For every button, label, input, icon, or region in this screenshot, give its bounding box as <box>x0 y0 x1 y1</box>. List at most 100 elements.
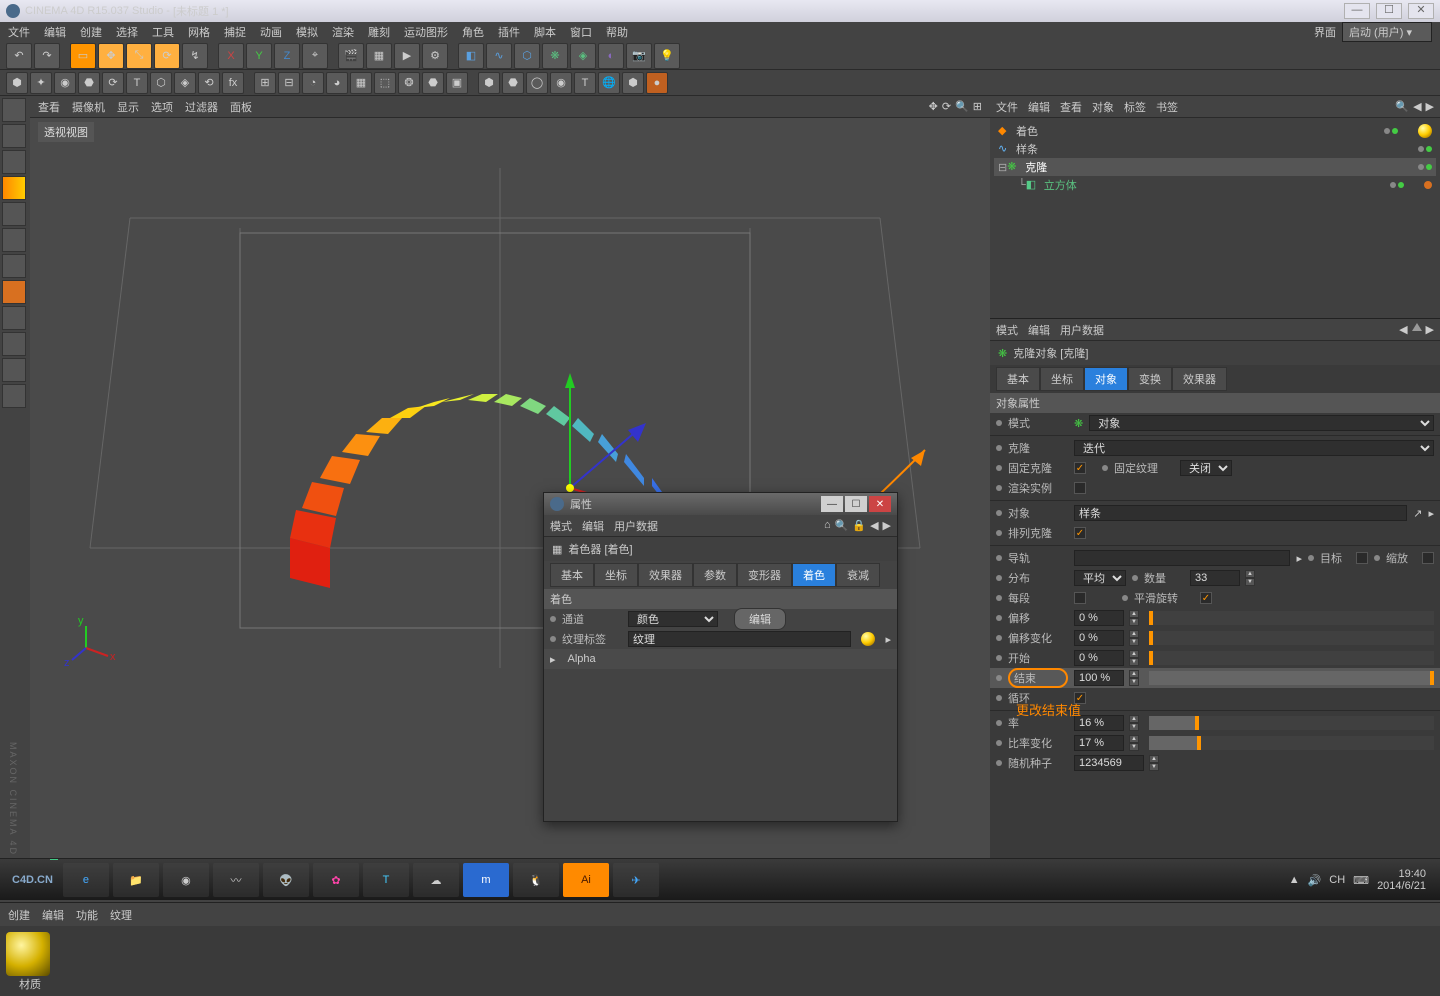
seed-field[interactable] <box>1074 755 1144 771</box>
float-close[interactable]: ✕ <box>869 496 891 512</box>
add-generator-button[interactable]: ❋ <box>542 43 568 69</box>
add-nurbs-button[interactable]: ⬡ <box>514 43 540 69</box>
menu-simulate[interactable]: 模拟 <box>296 24 318 40</box>
mode-dropdown[interactable]: 对象 <box>1089 415 1434 431</box>
tool-icon[interactable]: ◈ <box>174 72 196 94</box>
tool-icon[interactable]: ⬣ <box>502 72 524 94</box>
taskbar-app[interactable]: ✿ <box>313 863 359 897</box>
float-minimize[interactable]: — <box>821 496 843 512</box>
add-cube-button[interactable]: ◧ <box>458 43 484 69</box>
render-view-button[interactable]: 🎬 <box>338 43 364 69</box>
rate-slider[interactable] <box>1149 716 1434 730</box>
menu-mesh[interactable]: 网格 <box>188 24 210 40</box>
tab-effector[interactable]: 效果器 <box>1172 367 1227 391</box>
ratevar-field[interactable] <box>1074 735 1124 751</box>
floating-attribute-window[interactable]: 属性 — ☐ ✕ 模式 编辑 用户数据 ⌂🔍🔒◀▶ ▦着色器 [着色] 基本 坐… <box>543 492 898 822</box>
undo-button[interactable]: ↶ <box>6 43 32 69</box>
z-axis-toggle[interactable]: Z <box>274 43 300 69</box>
tray-icon[interactable]: ⌨ <box>1353 874 1369 887</box>
maximize-button[interactable]: ☐ <box>1376 3 1402 19</box>
mode-uv-button[interactable] <box>2 150 26 174</box>
tab-basic[interactable]: 基本 <box>996 367 1040 391</box>
tray-icon[interactable]: 🔊 <box>1308 874 1322 887</box>
menu-character[interactable]: 角色 <box>462 24 484 40</box>
tool-icon[interactable]: ⬚ <box>374 72 396 94</box>
tool-icon[interactable]: ⟲ <box>198 72 220 94</box>
tool-icon[interactable]: T <box>126 72 148 94</box>
tool-icon[interactable]: ⬢ <box>478 72 500 94</box>
mode-axis-button[interactable] <box>2 280 26 304</box>
om-menu[interactable]: 查看 <box>1060 99 1082 115</box>
tool-icon[interactable]: ✦ <box>30 72 52 94</box>
menu-sculpt[interactable]: 雕刻 <box>368 24 390 40</box>
scale-tool[interactable]: ⤡ <box>126 43 152 69</box>
tray-icon[interactable]: ▲ <box>1289 874 1300 886</box>
am-menu[interactable]: 用户数据 <box>1060 322 1104 338</box>
mode-point-button[interactable] <box>2 202 26 226</box>
taskbar-ie[interactable]: e <box>63 863 109 897</box>
object-field[interactable] <box>1074 505 1407 521</box>
tool-icon[interactable]: T <box>574 72 596 94</box>
tool-icon[interactable]: ◯ <box>526 72 548 94</box>
end-slider[interactable] <box>1149 671 1434 685</box>
menu-mograph[interactable]: 运动图形 <box>404 24 448 40</box>
start-slider[interactable] <box>1149 651 1434 665</box>
tool-icon[interactable]: ⬢ <box>622 72 644 94</box>
tool-icon[interactable]: 🌐 <box>598 72 620 94</box>
am-menu[interactable]: 编辑 <box>1028 322 1050 338</box>
add-spline-button[interactable]: ∿ <box>486 43 512 69</box>
snap-button[interactable] <box>2 332 26 356</box>
edit-button[interactable]: 编辑 <box>734 608 786 630</box>
material-panel[interactable]: 材质 <box>0 926 1440 996</box>
material-swatch[interactable]: 材质 <box>6 932 54 990</box>
move-tool[interactable]: ✥ <box>98 43 124 69</box>
tool-icon[interactable]: ⊞ <box>254 72 276 94</box>
tool-icon[interactable]: ▦ <box>350 72 372 94</box>
tool-icon[interactable]: ● <box>646 72 668 94</box>
menu-select[interactable]: 选择 <box>116 24 138 40</box>
mode-model-button[interactable] <box>2 98 26 122</box>
menu-help[interactable]: 帮助 <box>606 24 628 40</box>
vp-menu-camera[interactable]: 摄像机 <box>72 99 105 115</box>
tool-icon[interactable]: ⬣ <box>78 72 100 94</box>
add-environment-button[interactable]: ◐ <box>598 43 624 69</box>
menu-snap[interactable]: 捕捉 <box>224 24 246 40</box>
menu-edit[interactable]: 编辑 <box>44 24 66 40</box>
menu-file[interactable]: 文件 <box>8 24 30 40</box>
close-button[interactable]: ✕ <box>1408 3 1434 19</box>
mat-menu[interactable]: 编辑 <box>42 907 64 923</box>
menu-plugins[interactable]: 插件 <box>498 24 520 40</box>
add-light-button[interactable]: 💡 <box>654 43 680 69</box>
object-row[interactable]: ◆着色 <box>994 122 1436 140</box>
menu-create[interactable]: 创建 <box>80 24 102 40</box>
vp-nav-icon[interactable]: ⊞ <box>973 100 982 113</box>
taskbar-app[interactable]: 〰 <box>213 863 259 897</box>
vp-menu-options[interactable]: 选项 <box>151 99 173 115</box>
tool-icon[interactable]: ⟳ <box>102 72 124 94</box>
end-field[interactable] <box>1074 670 1124 686</box>
render-region-button[interactable]: ▦ <box>366 43 392 69</box>
clone-dropdown[interactable]: 迭代 <box>1074 440 1434 456</box>
taskbar-ai[interactable]: Ai <box>563 863 609 897</box>
rail-field[interactable] <box>1074 550 1290 566</box>
rotate-tool[interactable]: ⟳ <box>154 43 180 69</box>
am-menu[interactable]: 模式 <box>996 322 1018 338</box>
tab-coord[interactable]: 坐标 <box>1040 367 1084 391</box>
link-arrow-icon[interactable]: ▸ <box>1428 507 1434 520</box>
menu-tools[interactable]: 工具 <box>152 24 174 40</box>
taskbar-app[interactable]: ☁ <box>413 863 459 897</box>
fixtex-dropdown[interactable]: 关闭 <box>1180 460 1232 476</box>
tool-icon[interactable]: ◔ <box>302 72 324 94</box>
object-row-selected[interactable]: ⊟❋克隆 <box>994 158 1436 176</box>
menu-animate[interactable]: 动画 <box>260 24 282 40</box>
mat-menu[interactable]: 创建 <box>8 907 30 923</box>
tool-icon[interactable]: fx <box>222 72 244 94</box>
object-row[interactable]: └◧立方体 <box>994 176 1436 194</box>
vp-menu-view[interactable]: 查看 <box>38 99 60 115</box>
vp-nav-icon[interactable]: ⟳ <box>942 100 951 113</box>
taskbar-explorer[interactable]: 📁 <box>113 863 159 897</box>
om-menu[interactable]: 对象 <box>1092 99 1114 115</box>
start-field[interactable] <box>1074 650 1124 666</box>
vp-nav-icon[interactable]: 🔍 <box>955 100 969 113</box>
taskbar-qq[interactable]: 🐧 <box>513 863 559 897</box>
